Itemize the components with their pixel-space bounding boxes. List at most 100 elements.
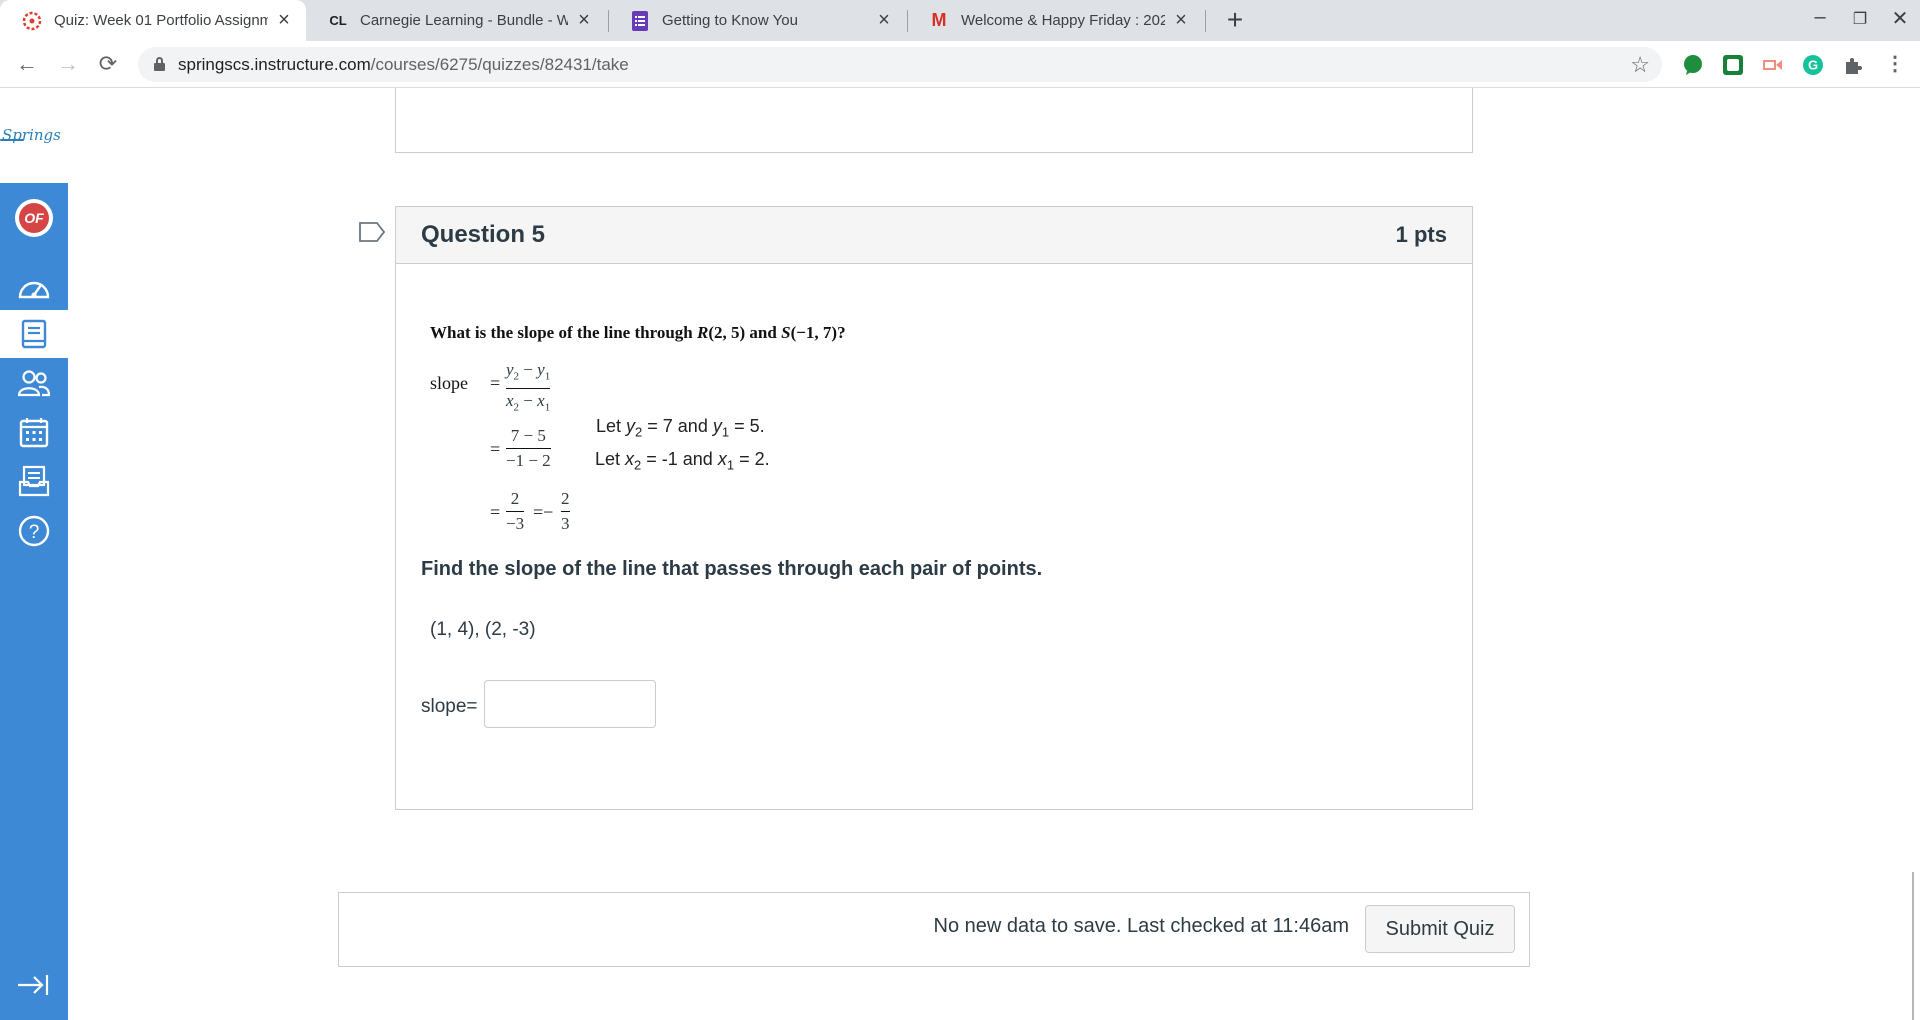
lock-icon bbox=[154, 57, 165, 71]
answer-label: slope= bbox=[421, 696, 478, 717]
url-path: /courses/6275/quizzes/82431/take bbox=[370, 55, 629, 74]
browser-toolbar: ← → ⟳ springscs.instructure.com/courses/… bbox=[0, 41, 1920, 88]
screencast-extension-icon[interactable] bbox=[1762, 54, 1784, 76]
let-var: x bbox=[717, 449, 727, 469]
result-denominator: −3 bbox=[506, 514, 525, 533]
simplified-numerator: 2 bbox=[561, 489, 570, 508]
tab-title: Quiz: Week 01 Portfolio Assignment bbox=[54, 12, 268, 29]
example-prefix: What is the slope of the line through bbox=[430, 323, 697, 342]
institution-logo-area[interactable]: Springs bbox=[0, 88, 68, 183]
let-var: x bbox=[625, 449, 635, 469]
grammarly-icon[interactable]: G bbox=[1802, 54, 1824, 76]
close-icon[interactable]: × bbox=[874, 9, 894, 32]
forward-arrow-icon[interactable]: → bbox=[53, 49, 83, 79]
substitution-fraction: 7 − 5 −1 − 2 bbox=[506, 426, 551, 471]
inbox-icon bbox=[18, 465, 50, 497]
equals-sign: = bbox=[490, 439, 501, 459]
slope-word: slope bbox=[430, 373, 468, 393]
substitution-numerator: 7 − 5 bbox=[510, 426, 546, 445]
nav-calendar[interactable] bbox=[0, 408, 68, 456]
let-word: Let bbox=[596, 416, 627, 436]
point-r-name: R bbox=[697, 323, 709, 342]
close-icon[interactable]: × bbox=[274, 9, 294, 32]
calendar-icon bbox=[19, 418, 49, 448]
bookmark-flag-icon bbox=[359, 222, 386, 242]
nav-dashboard[interactable] bbox=[0, 264, 68, 312]
address-bar[interactable]: springscs.instructure.com/courses/6275/q… bbox=[138, 47, 1662, 82]
nav-courses[interactable] bbox=[0, 310, 68, 358]
question-header: Question 5 1 pts bbox=[396, 207, 1472, 264]
scrollbar-thumb[interactable] bbox=[1912, 872, 1914, 1020]
formula-sub: 1 bbox=[544, 370, 551, 383]
let-x-values: Let x2 = -1 and x1 = 2. bbox=[595, 449, 770, 473]
classroom-extension-icon[interactable] bbox=[1722, 54, 1744, 76]
new-tab-button[interactable]: + bbox=[1220, 4, 1250, 36]
nav-help[interactable]: ? bbox=[0, 507, 68, 555]
nav-account[interactable]: OF bbox=[0, 189, 68, 247]
browser-tab-gmail[interactable]: M Welcome & Happy Friday : 2021 × bbox=[907, 0, 1203, 41]
formula-op: − bbox=[519, 360, 538, 379]
result-numerator: 2 bbox=[510, 489, 520, 508]
google-forms-icon bbox=[630, 10, 650, 31]
tab-title: Getting to Know You bbox=[662, 12, 798, 29]
close-icon[interactable]: × bbox=[574, 9, 594, 32]
chat-extension-icon[interactable] bbox=[1682, 54, 1704, 76]
example-question: What is the slope of the line through R (… bbox=[430, 323, 846, 343]
let-mid: = -1 and bbox=[641, 449, 718, 469]
question-name: Question 5 bbox=[421, 221, 546, 248]
formula-op: − bbox=[519, 391, 538, 411]
restore-icon[interactable]: ❐ bbox=[1845, 9, 1875, 29]
url-host: springscs.instructure.com bbox=[178, 55, 371, 74]
puzzle-extensions-icon[interactable] bbox=[1842, 54, 1864, 76]
tab-separator bbox=[1205, 10, 1206, 32]
back-arrow-icon[interactable]: ← bbox=[12, 49, 42, 79]
global-navigation: OF ? bbox=[0, 183, 68, 1020]
formula-var: x bbox=[537, 391, 545, 411]
point-s-coords: (−1, 7)? bbox=[790, 323, 846, 342]
let-end: = 5. bbox=[729, 416, 765, 436]
question-points: 1 pts bbox=[1395, 222, 1447, 247]
flag-question-button[interactable] bbox=[358, 221, 386, 248]
let-sub: 1 bbox=[721, 424, 730, 440]
let-var: y bbox=[712, 416, 722, 436]
window-close-icon[interactable]: ✕ bbox=[1885, 6, 1915, 31]
formula-var: x bbox=[506, 391, 514, 411]
nav-groups[interactable] bbox=[0, 359, 68, 407]
avatar: OF bbox=[15, 199, 53, 237]
collapse-nav-button[interactable] bbox=[16, 973, 50, 1002]
equals-minus: =− bbox=[533, 502, 554, 522]
quiz-footer: No new data to save. Last checked at 11:… bbox=[338, 892, 1530, 967]
browser-tab-strip: Quiz: Week 01 Portfolio Assignment × CL … bbox=[0, 0, 1920, 41]
question-instruction: Find the slope of the line that passes t… bbox=[421, 558, 1043, 580]
bookmark-star-icon[interactable]: ☆ bbox=[1630, 52, 1650, 78]
browser-tab-quiz[interactable]: Quiz: Week 01 Portfolio Assignment × bbox=[0, 0, 306, 41]
let-word: Let bbox=[595, 449, 626, 469]
browser-tab-carnegie[interactable]: CL Carnegie Learning - Bundle - Week × bbox=[306, 0, 606, 41]
substitution-denominator: −1 − 2 bbox=[506, 451, 551, 470]
gmail-icon: M bbox=[931, 10, 947, 30]
close-icon[interactable]: × bbox=[1171, 9, 1191, 32]
springs-logo: Springs bbox=[0, 126, 61, 144]
reload-icon[interactable]: ⟳ bbox=[93, 49, 123, 79]
simplified-denominator: 3 bbox=[561, 514, 570, 533]
browser-tab-forms[interactable]: Getting to Know You × bbox=[608, 0, 906, 41]
slope-answer-input[interactable] bbox=[484, 680, 656, 728]
collapse-arrow-icon bbox=[18, 975, 49, 995]
formula-var: y bbox=[537, 360, 545, 379]
logo-text: Springs bbox=[2, 126, 61, 144]
courses-book-icon bbox=[21, 319, 47, 349]
help-icon: ? bbox=[18, 515, 50, 547]
example-and: and bbox=[745, 323, 782, 342]
formula-var: y bbox=[506, 360, 514, 379]
nav-inbox[interactable] bbox=[0, 457, 68, 505]
minimize-icon[interactable]: – bbox=[1805, 6, 1835, 29]
browser-menu-icon[interactable]: ⋮ bbox=[1880, 49, 1910, 79]
let-end: = 2. bbox=[734, 449, 770, 469]
point-pair: (1, 4), (2, -3) bbox=[430, 619, 536, 640]
avatar-initials: OF bbox=[19, 203, 49, 233]
previous-question-box bbox=[395, 88, 1473, 153]
tab-title: Welcome & Happy Friday : 2021 bbox=[961, 12, 1165, 29]
submit-quiz-button[interactable]: Submit Quiz bbox=[1365, 905, 1515, 953]
carnegie-learning-icon: CL bbox=[329, 13, 347, 28]
svg-text:?: ? bbox=[29, 522, 40, 543]
